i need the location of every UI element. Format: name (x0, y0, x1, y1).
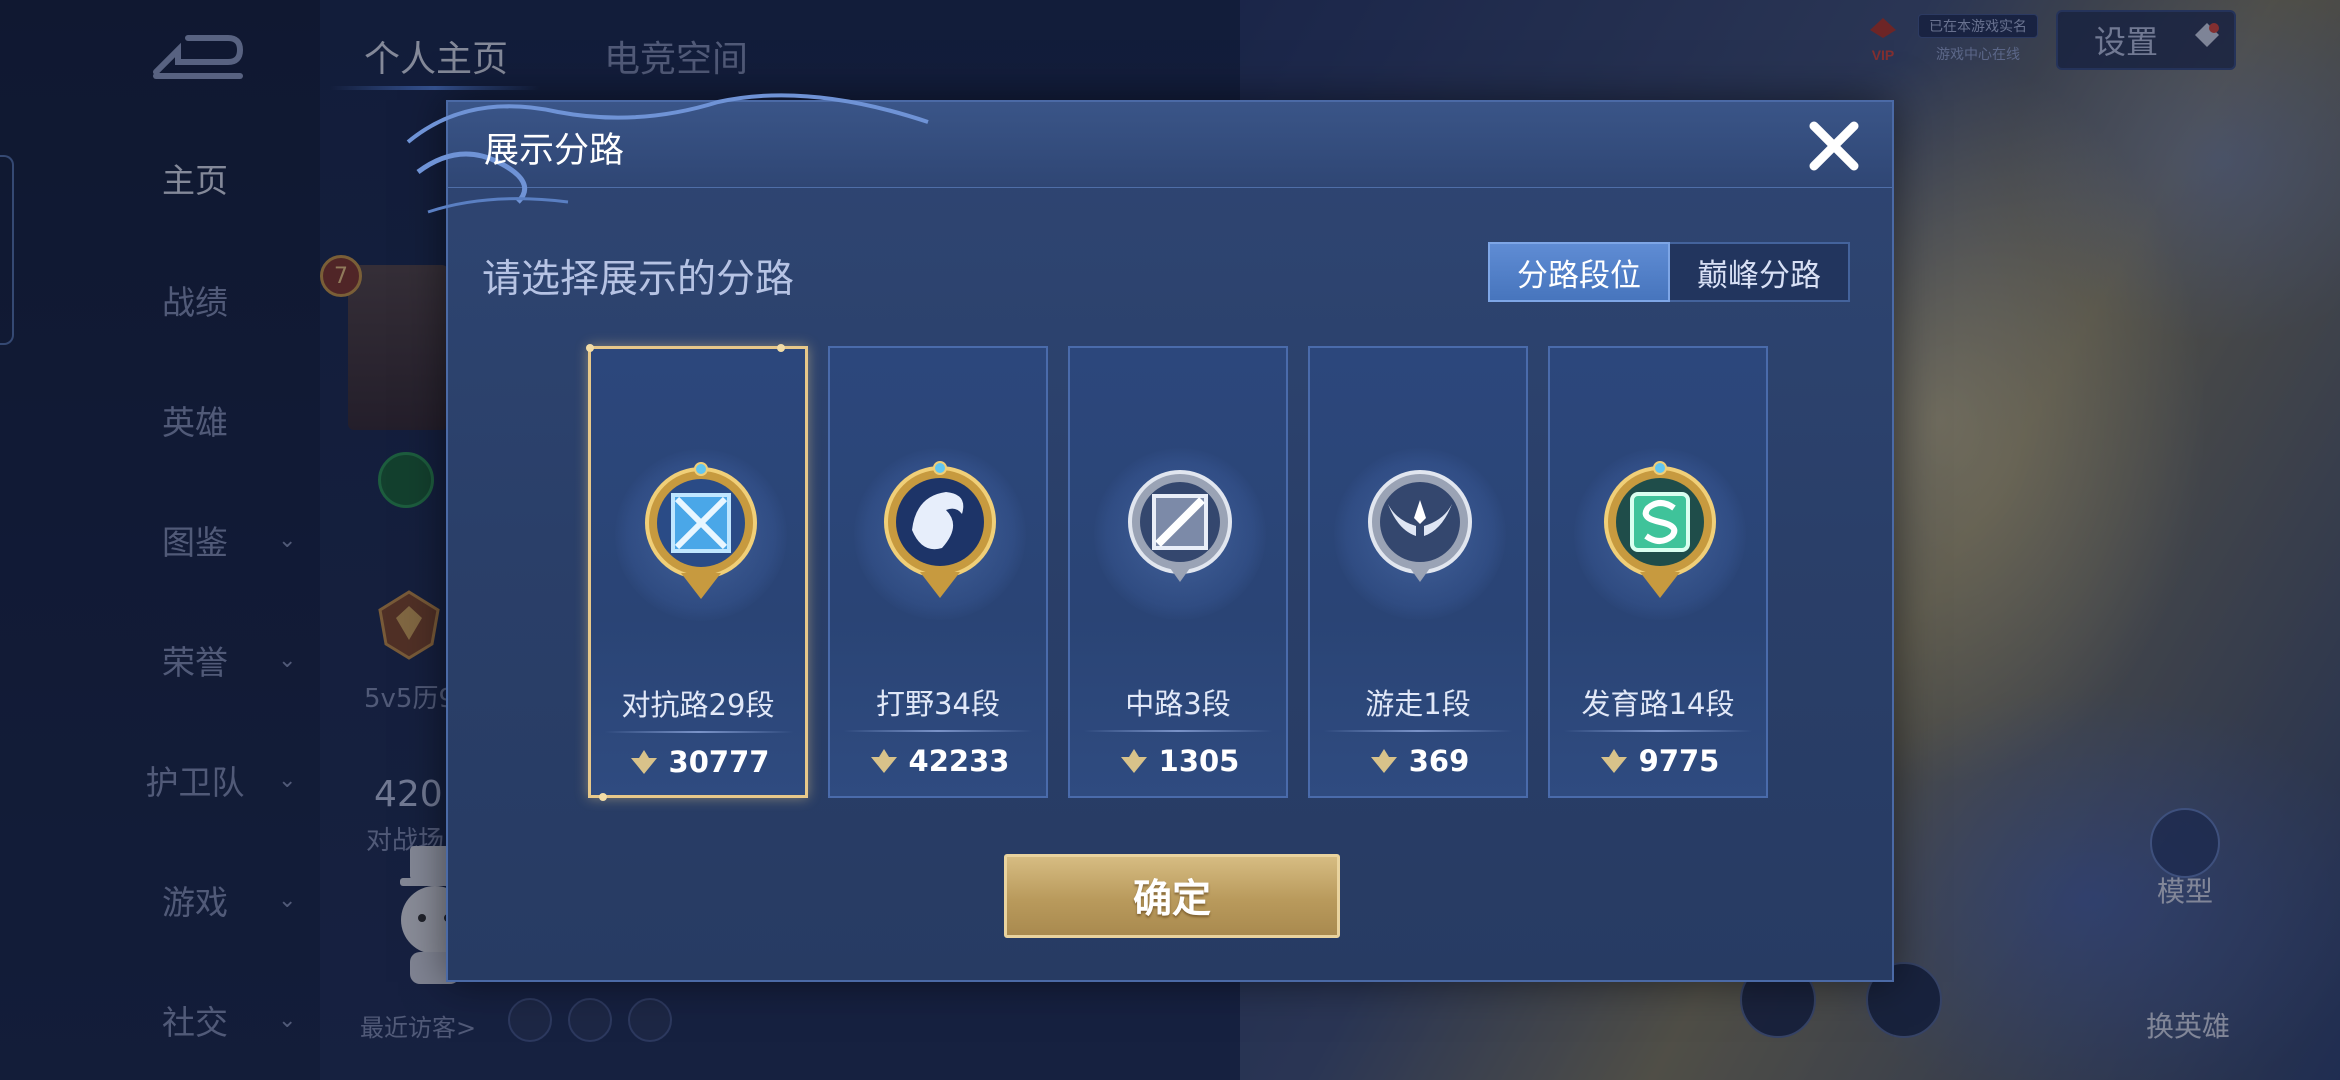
selection-corner (777, 344, 785, 352)
lane-name: 游走1段 (1365, 687, 1471, 721)
lane-type-switch: 分路段位 巅峰分路 (1488, 242, 1850, 302)
score-wings-icon (630, 750, 657, 774)
close-icon[interactable] (1804, 116, 1864, 176)
lane-name: 对抗路29段 (621, 688, 775, 722)
roam-wings-emblem-icon (1368, 470, 1472, 582)
lane-card-clash[interactable]: 对抗路29段 30777 (586, 344, 808, 801)
clash-lane-emblem-icon (645, 462, 757, 599)
lane-score: 9775 (1550, 744, 1766, 778)
score-wings-icon (870, 749, 897, 773)
card-divider (1084, 730, 1272, 732)
card-divider (605, 731, 793, 733)
lane-score: 1305 (1070, 744, 1286, 778)
lane-name: 打野34段 (876, 687, 1000, 721)
lane-score-value: 1305 (1158, 744, 1240, 778)
dialog-subtitle: 请选择展示的分路 (482, 257, 795, 302)
card-divider (1564, 730, 1752, 732)
card-divider (844, 730, 1032, 732)
lane-card-roam[interactable]: 游走1段 369 (1308, 346, 1528, 798)
tab-peak-lane[interactable]: 巅峰分路 (1670, 244, 1848, 300)
lane-score: 369 (1310, 744, 1526, 778)
dialog-header (448, 102, 1892, 188)
lane-card-jungle[interactable]: 打野34段 42233 (828, 346, 1048, 798)
farm-lane-emblem-icon (1604, 461, 1716, 598)
lane-name: 发育路14段 (1581, 687, 1735, 721)
selection-corner (586, 344, 594, 352)
lane-card-list: 对抗路29段 30777 打野34段 42233 中路3段 1305 游走1段 … (586, 344, 1768, 801)
jungle-dragon-emblem-icon (884, 461, 996, 598)
lane-score-value: 9775 (1638, 744, 1720, 778)
lane-score: 42233 (830, 744, 1046, 778)
confirm-button[interactable]: 确定 (1004, 854, 1340, 938)
card-divider (1324, 730, 1512, 732)
mid-lane-emblem-icon (1128, 470, 1232, 582)
lane-score-value: 369 (1408, 744, 1470, 778)
selection-corner (599, 793, 607, 801)
lane-score: 30777 (591, 745, 805, 779)
score-wings-icon (1600, 749, 1627, 773)
lane-name: 中路3段 (1125, 687, 1231, 721)
lane-card-mid[interactable]: 中路3段 1305 (1068, 346, 1288, 798)
lane-display-dialog: 展示分路 请选择展示的分路 分路段位 巅峰分路 对抗路29段 30777 打野3… (406, 93, 1894, 982)
lane-score-value: 30777 (668, 745, 770, 779)
lane-card-farm[interactable]: 发育路14段 9775 (1548, 346, 1768, 798)
score-wings-icon (1120, 749, 1147, 773)
score-wings-icon (1370, 749, 1397, 773)
dialog-title: 展示分路 (484, 131, 625, 171)
lane-score-value: 42233 (908, 744, 1010, 778)
tab-lane-rank[interactable]: 分路段位 (1488, 242, 1670, 302)
